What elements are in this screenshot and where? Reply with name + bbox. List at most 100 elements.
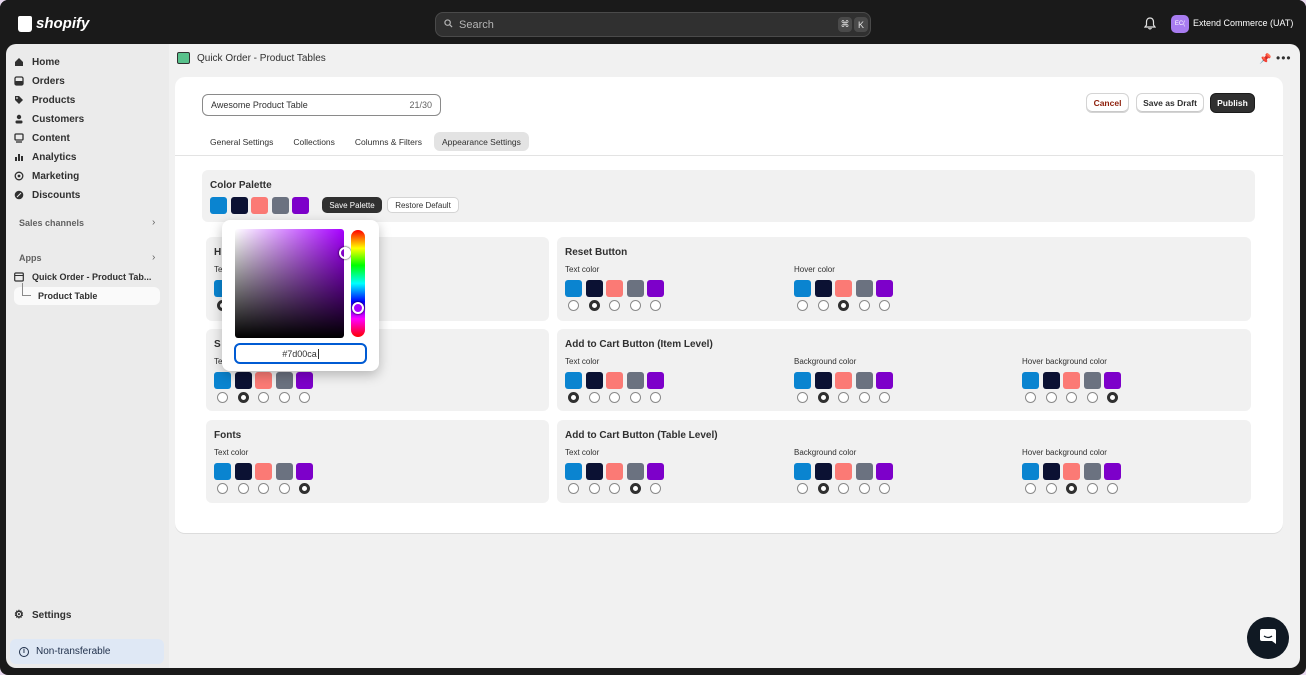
pin-icon[interactable]: 📌 — [1259, 54, 1271, 65]
color-radio[interactable] — [588, 392, 600, 403]
color-radio[interactable] — [609, 483, 620, 494]
color-radio[interactable] — [258, 392, 269, 403]
chevron-right-icon[interactable]: › — [152, 252, 155, 263]
bell-icon[interactable] — [1143, 17, 1157, 30]
color-swatch[interactable] — [234, 372, 252, 389]
palette-swatch-5[interactable] — [292, 197, 309, 214]
tab-columns-filters[interactable]: Columns & Filters — [347, 132, 430, 151]
saturation-handle[interactable] — [339, 247, 351, 259]
color-radio[interactable] — [1045, 483, 1057, 494]
color-radio[interactable] — [609, 300, 620, 311]
color-swatch[interactable] — [835, 372, 852, 389]
store-name[interactable]: Extend Commerce (UAT) — [1193, 18, 1293, 28]
color-swatch[interactable] — [794, 280, 811, 297]
color-swatch[interactable] — [855, 280, 873, 297]
color-radio[interactable] — [1066, 392, 1077, 403]
color-swatch[interactable] — [814, 463, 832, 480]
color-swatch[interactable] — [1104, 372, 1121, 389]
color-radio[interactable] — [858, 392, 870, 403]
color-radio[interactable] — [817, 483, 829, 494]
tab-appearance-settings[interactable]: Appearance Settings — [433, 132, 529, 151]
tab-general-settings[interactable]: General Settings — [202, 132, 281, 151]
color-radio[interactable] — [858, 483, 870, 494]
color-radio[interactable] — [609, 392, 620, 403]
color-swatch[interactable] — [1042, 463, 1060, 480]
color-swatch[interactable] — [296, 372, 313, 389]
color-radio[interactable] — [237, 392, 249, 403]
color-swatch[interactable] — [296, 463, 313, 480]
sidebar-item-customers[interactable]: Customers — [14, 110, 84, 128]
color-swatch[interactable] — [1104, 463, 1121, 480]
color-radio[interactable] — [650, 483, 661, 494]
chevron-right-icon[interactable]: › — [152, 217, 155, 228]
color-radio[interactable] — [629, 483, 641, 494]
color-swatch[interactable] — [814, 372, 832, 389]
color-swatch[interactable] — [835, 280, 852, 297]
color-radio[interactable] — [568, 300, 579, 311]
color-swatch[interactable] — [855, 372, 873, 389]
color-radio[interactable] — [237, 483, 249, 494]
color-swatch[interactable] — [794, 372, 811, 389]
color-radio[interactable] — [650, 300, 661, 311]
color-swatch[interactable] — [794, 463, 811, 480]
store-avatar[interactable]: EC( — [1171, 15, 1189, 33]
more-options-icon[interactable]: ••• — [1276, 51, 1292, 65]
color-radio[interactable] — [817, 392, 829, 403]
color-swatch[interactable] — [234, 463, 252, 480]
color-swatch[interactable] — [1022, 372, 1039, 389]
save-palette-button[interactable]: Save Palette — [322, 197, 382, 213]
color-swatch[interactable] — [876, 372, 893, 389]
color-radio[interactable] — [858, 300, 870, 311]
apps-label[interactable]: Apps — [19, 253, 42, 263]
hex-color-input[interactable]: #7d00ca — [234, 343, 367, 364]
sidebar-item-discounts[interactable]: Discounts — [14, 186, 80, 204]
color-swatch[interactable] — [647, 463, 664, 480]
color-radio[interactable] — [1025, 392, 1036, 403]
color-radio[interactable] — [217, 483, 228, 494]
color-radio[interactable] — [797, 392, 808, 403]
color-radio[interactable] — [1025, 483, 1036, 494]
color-radio[interactable] — [299, 483, 310, 494]
color-radio[interactable] — [879, 300, 890, 311]
tab-collections[interactable]: Collections — [285, 132, 343, 151]
restore-default-button[interactable]: Restore Default — [387, 197, 459, 213]
color-radio[interactable] — [797, 483, 808, 494]
color-swatch[interactable] — [275, 372, 293, 389]
color-swatch[interactable] — [647, 280, 664, 297]
color-radio[interactable] — [278, 483, 290, 494]
color-radio[interactable] — [797, 300, 808, 311]
color-swatch[interactable] — [585, 280, 603, 297]
chat-button[interactable] — [1247, 617, 1289, 659]
color-swatch[interactable] — [647, 372, 664, 389]
color-radio[interactable] — [1086, 392, 1098, 403]
color-swatch[interactable] — [1083, 372, 1101, 389]
save-draft-button[interactable]: Save as Draft — [1136, 93, 1204, 113]
color-swatch[interactable] — [626, 280, 644, 297]
color-swatch[interactable] — [1022, 463, 1039, 480]
color-radio[interactable] — [838, 300, 849, 311]
color-swatch[interactable] — [255, 372, 272, 389]
cancel-button[interactable]: Cancel — [1086, 93, 1129, 113]
shopify-logo[interactable]: shopify — [18, 15, 89, 32]
color-radio[interactable] — [568, 483, 579, 494]
hue-handle[interactable] — [352, 302, 364, 314]
color-swatch[interactable] — [626, 372, 644, 389]
color-radio[interactable] — [588, 300, 600, 311]
color-radio[interactable] — [817, 300, 829, 311]
sidebar-item-content[interactable]: Content — [14, 129, 70, 147]
non-transferable-notice[interactable]: i Non-transferable — [10, 639, 164, 664]
color-swatch[interactable] — [565, 372, 582, 389]
palette-swatch-1[interactable] — [210, 197, 227, 214]
sidebar-item-product-table[interactable]: Product Table — [14, 283, 160, 305]
color-swatch[interactable] — [585, 372, 603, 389]
color-swatch[interactable] — [1063, 372, 1080, 389]
color-swatch[interactable] — [1063, 463, 1080, 480]
color-swatch[interactable] — [876, 280, 893, 297]
color-radio[interactable] — [1045, 392, 1057, 403]
hue-slider[interactable] — [351, 230, 365, 337]
color-swatch[interactable] — [835, 463, 852, 480]
color-swatch[interactable] — [565, 463, 582, 480]
color-radio[interactable] — [217, 392, 228, 403]
sidebar-item-home[interactable]: Home — [14, 53, 60, 71]
color-radio[interactable] — [258, 483, 269, 494]
